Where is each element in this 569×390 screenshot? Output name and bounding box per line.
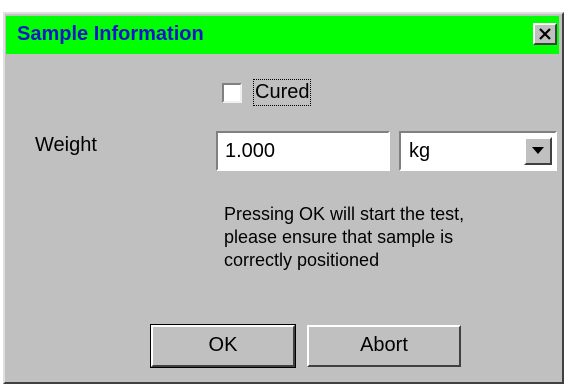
message-line: correctly positioned xyxy=(224,250,380,270)
weight-input[interactable]: 1.000 xyxy=(216,131,390,171)
cured-checkbox[interactable] xyxy=(222,83,242,103)
ok-button[interactable]: OK xyxy=(150,324,296,368)
close-button[interactable] xyxy=(533,23,557,45)
unit-selected-value: kg xyxy=(409,140,431,162)
abort-button[interactable]: Abort xyxy=(307,325,461,367)
unit-dropdown-button[interactable] xyxy=(524,137,552,165)
message-line: please ensure that sample is xyxy=(224,227,454,247)
unit-select[interactable]: kg xyxy=(399,131,557,171)
close-icon xyxy=(539,28,551,40)
message-line: Pressing OK will start the test, xyxy=(224,204,465,224)
chevron-down-icon xyxy=(532,147,544,154)
cured-checkbox-label[interactable]: Cured xyxy=(252,79,312,106)
dialog-title: Sample Information xyxy=(17,23,204,45)
title-bar: Sample Information xyxy=(6,16,559,54)
instruction-message: Pressing OK will start the test, please … xyxy=(224,203,544,272)
weight-label: Weight xyxy=(35,134,97,156)
